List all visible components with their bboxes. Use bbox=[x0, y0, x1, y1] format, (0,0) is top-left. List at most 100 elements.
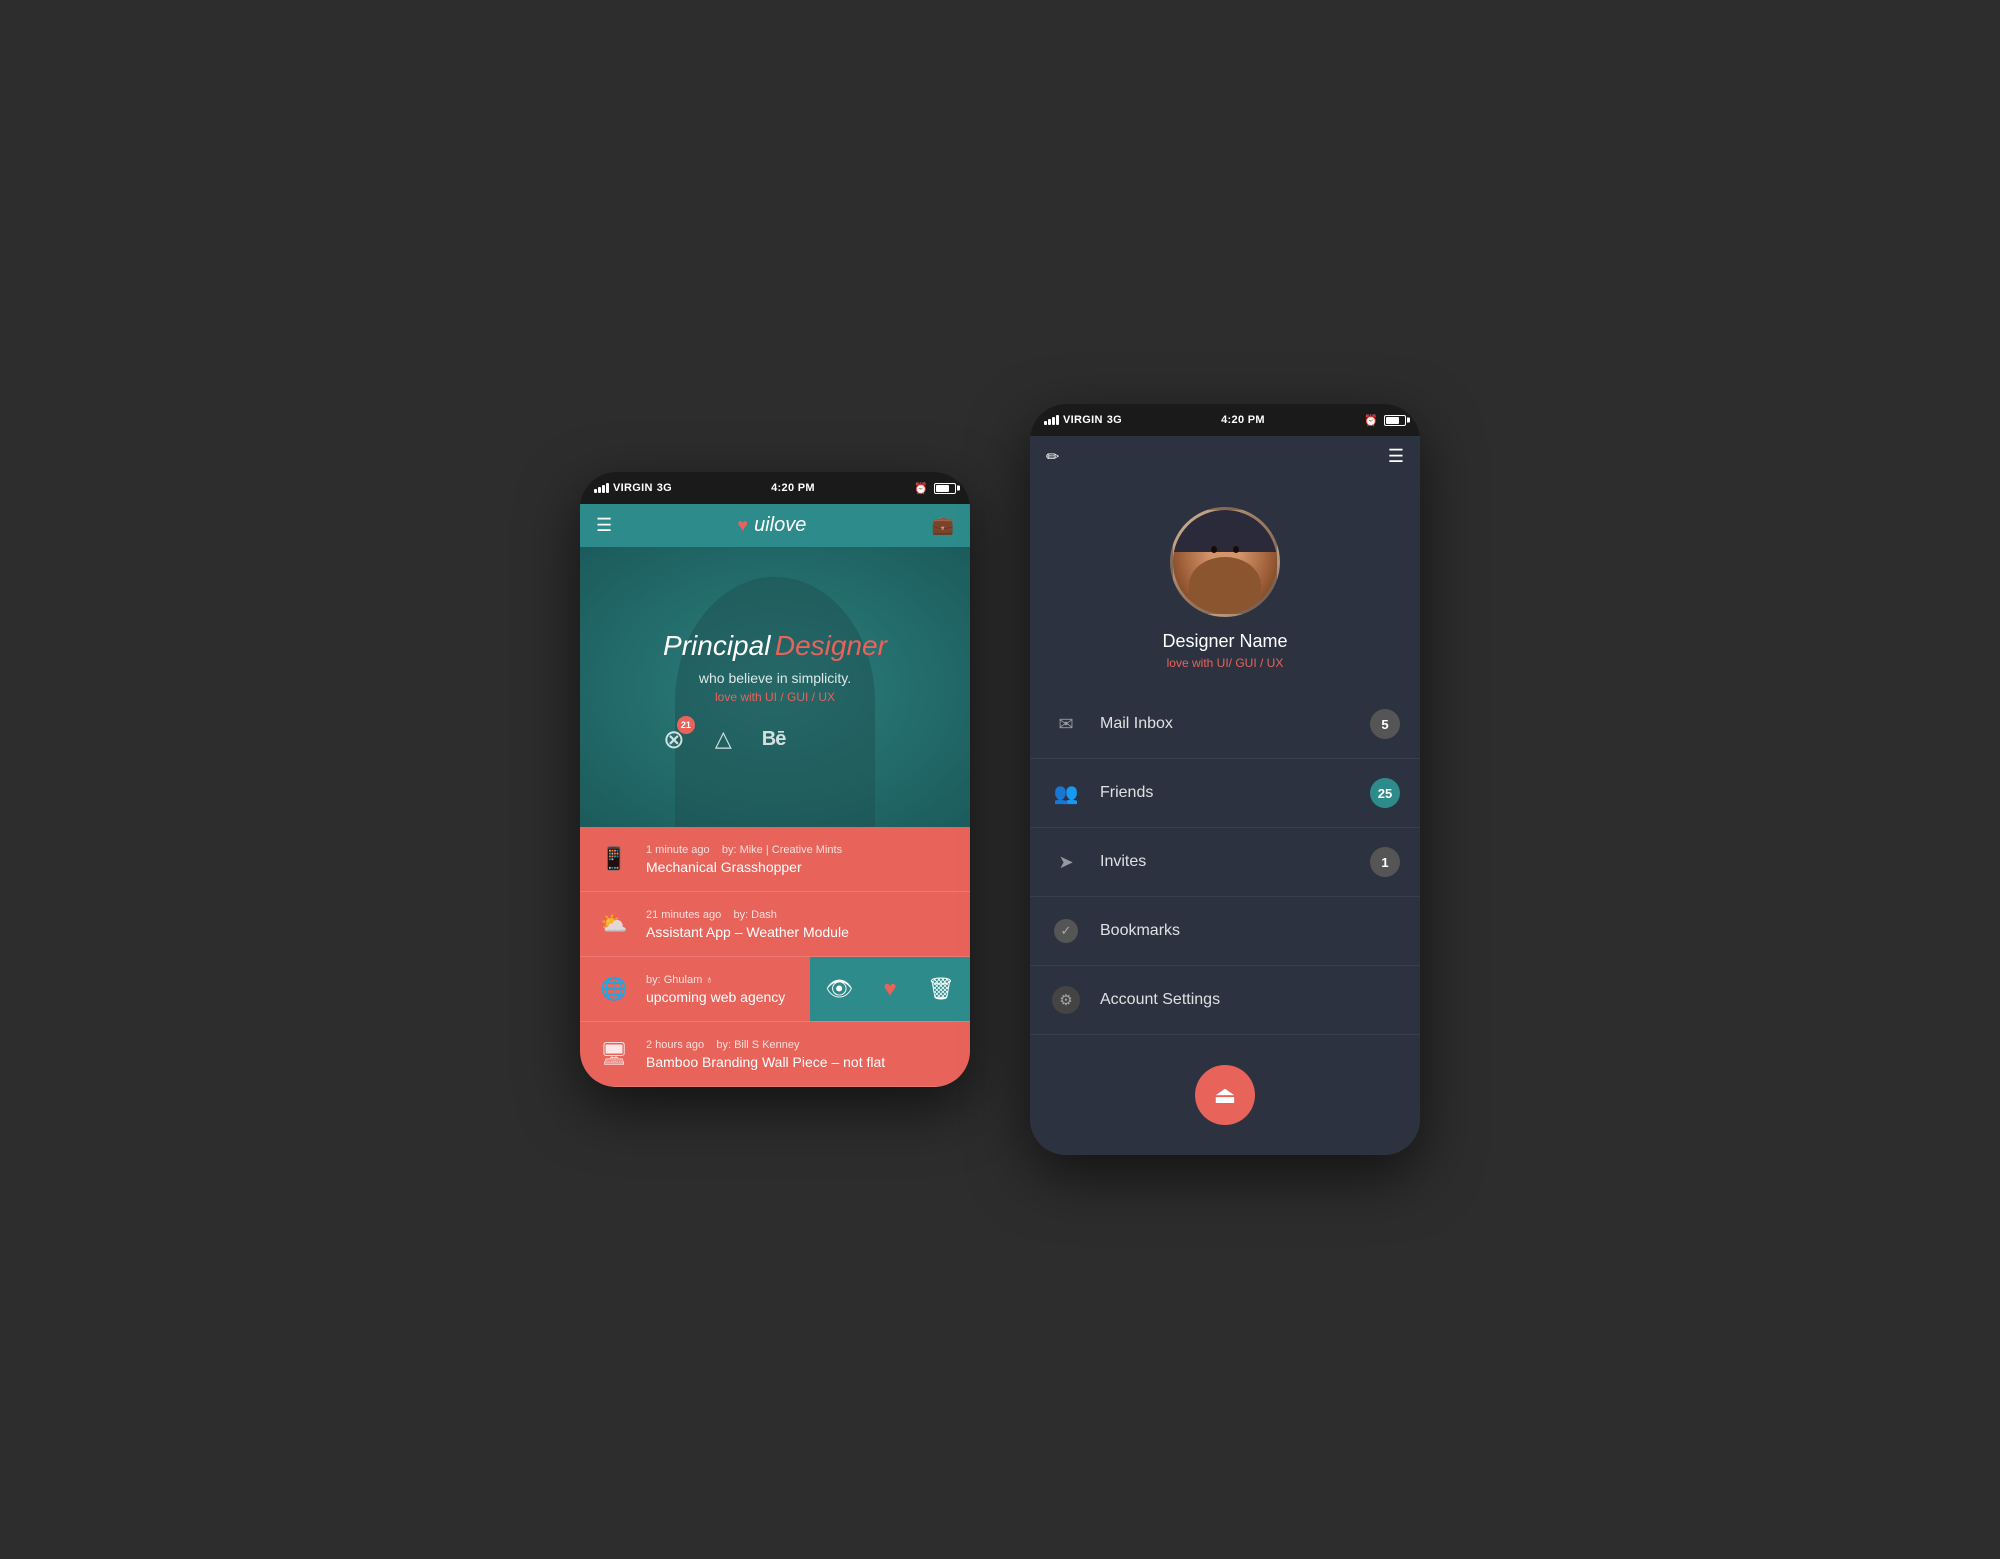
feed-item[interactable]: ⛅ 21 minutes ago by: Dash Assistant App … bbox=[580, 892, 970, 957]
status-left-1: VIRGIN 3G bbox=[594, 482, 672, 494]
carrier-text: VIRGIN bbox=[613, 482, 653, 494]
signal-bar bbox=[1044, 421, 1047, 425]
feed-title: Assistant App – Weather Module bbox=[646, 924, 954, 940]
hero-title: Principal Designer bbox=[663, 630, 887, 662]
invites-badge: 1 bbox=[1370, 847, 1400, 877]
feed-meta: 1 minute ago by: Mike | Creative Mints bbox=[646, 844, 954, 856]
signal-bar bbox=[594, 489, 597, 493]
mail-icon: ✉ bbox=[1058, 714, 1073, 735]
avatar-eye-right bbox=[1233, 546, 1239, 553]
hamburger-icon-2[interactable]: ☰ bbox=[1388, 446, 1404, 467]
feed-author: by: Dash bbox=[733, 909, 776, 921]
account-settings-label: Account Settings bbox=[1100, 991, 1400, 1009]
clock-icon: ⏰ bbox=[914, 482, 928, 495]
menu-item-invites[interactable]: ➤ Invites 1 bbox=[1030, 828, 1420, 897]
feed-item-swipe[interactable]: 🌐 by: Ghulam ♁ upcoming web agency 👁 ♥ 🗑 bbox=[580, 957, 970, 1022]
hero-tagline: love with UI / GUI / UX bbox=[663, 690, 887, 704]
feed-time: 1 minute ago bbox=[646, 844, 710, 856]
avatar-face bbox=[1173, 510, 1277, 614]
phone-1: VIRGIN 3G 4:20 PM ⏰ ☰ ♥ uilove 💼 bbox=[580, 472, 970, 1087]
view-action-icon[interactable]: 👁 bbox=[825, 976, 853, 1002]
avatar-eyes bbox=[1211, 546, 1239, 553]
app-header-2: ✏ ☰ bbox=[1030, 436, 1420, 477]
signal-bar bbox=[606, 483, 609, 493]
desktop-icon: 🖥 bbox=[600, 1041, 628, 1067]
signal-bar bbox=[1048, 419, 1051, 425]
title-accent: Designer bbox=[775, 630, 887, 661]
profile-name: Designer Name bbox=[1046, 631, 1404, 652]
time-text-2: 4:20 PM bbox=[1221, 414, 1265, 426]
logout-button[interactable]: ⏏ bbox=[1195, 1065, 1255, 1125]
menu-item-mail[interactable]: ✉ Mail Inbox 5 bbox=[1030, 690, 1420, 759]
menu-item-friends[interactable]: 👥 Friends 25 bbox=[1030, 759, 1420, 828]
feed-icon-box: 📱 bbox=[596, 841, 632, 877]
signal-bars-2 bbox=[1044, 415, 1059, 425]
time-text: 4:20 PM bbox=[771, 482, 815, 494]
bookmarks-icon: ✓ bbox=[1054, 919, 1078, 943]
dribbble-badge: 21 bbox=[677, 716, 695, 734]
mail-inbox-label: Mail Inbox bbox=[1100, 715, 1352, 733]
swipe-actions: 👁 ♥ 🗑 bbox=[810, 957, 970, 1021]
hero-section: Principal Designer who believe in simpli… bbox=[580, 547, 970, 827]
feed-list: 📱 1 minute ago by: Mike | Creative Mints… bbox=[580, 827, 970, 1087]
status-left-2: VIRGIN 3G bbox=[1044, 414, 1122, 426]
briefcase-icon[interactable]: 💼 bbox=[932, 515, 954, 536]
avatar-eye-left bbox=[1211, 546, 1217, 553]
feed-icon-box: ⛅ bbox=[596, 906, 632, 942]
phone-2: VIRGIN 3G 4:20 PM ⏰ ✏ ☰ bbox=[1030, 404, 1420, 1155]
feed-info: 21 minutes ago by: Dash Assistant App – … bbox=[646, 909, 954, 940]
avatar bbox=[1170, 507, 1280, 617]
cloud-icon: ⛅ bbox=[600, 911, 627, 937]
friends-label: Friends bbox=[1100, 784, 1352, 802]
menu-item-bookmarks[interactable]: ✓ Bookmarks bbox=[1030, 897, 1420, 966]
feed-icon-box: 🖥 bbox=[596, 1036, 632, 1072]
profile-section: Designer Name love with UI/ GUI / UX bbox=[1030, 477, 1420, 690]
phone2-footer: ⏏ bbox=[1030, 1035, 1420, 1155]
feed-title: Bamboo Branding Wall Piece – not flat bbox=[646, 1054, 954, 1070]
clock-icon-2: ⏰ bbox=[1364, 414, 1378, 427]
mail-icon-wrap: ✉ bbox=[1050, 708, 1082, 740]
signal-bars-1 bbox=[594, 483, 609, 493]
delete-action-icon[interactable]: 🗑 bbox=[927, 976, 955, 1002]
feed-title: Mechanical Grasshopper bbox=[646, 859, 954, 875]
friends-icon-wrap: 👥 bbox=[1050, 777, 1082, 809]
globe-icon: 🌐 bbox=[600, 976, 627, 1002]
status-bar-2: VIRGIN 3G 4:20 PM ⏰ bbox=[1030, 404, 1420, 436]
like-action-icon[interactable]: ♥ bbox=[883, 976, 896, 1002]
feed-meta: 21 minutes ago by: Dash bbox=[646, 909, 954, 921]
feed-author: by: Mike | Creative Mints bbox=[722, 844, 842, 856]
signal-bar bbox=[602, 485, 605, 493]
social-icons: 21 ⊗ △ Bē bbox=[663, 724, 887, 755]
feed-meta: 2 hours ago by: Bill S Kenney bbox=[646, 1039, 954, 1051]
invites-icon: ➤ bbox=[1058, 852, 1073, 873]
mail-badge: 5 bbox=[1370, 709, 1400, 739]
friends-icon: 👥 bbox=[1054, 781, 1079, 806]
invites-label: Invites bbox=[1100, 853, 1352, 871]
envato-icon[interactable]: △ bbox=[715, 726, 732, 752]
status-right-1: ⏰ bbox=[914, 482, 956, 495]
profile-tagline: love with UI/ GUI / UX bbox=[1046, 656, 1404, 670]
feed-author: by: Bill S Kenney bbox=[716, 1039, 799, 1051]
avatar-hat bbox=[1173, 510, 1277, 552]
feed-item[interactable]: 🖥 2 hours ago by: Bill S Kenney Bamboo B… bbox=[580, 1022, 970, 1087]
title-regular: Principal bbox=[663, 630, 770, 661]
app-header-1: ☰ ♥ uilove 💼 bbox=[580, 504, 970, 547]
friends-badge: 25 bbox=[1370, 778, 1400, 808]
bookmarks-label: Bookmarks bbox=[1100, 922, 1400, 940]
behance-icon[interactable]: Bē bbox=[762, 728, 786, 751]
invites-icon-wrap: ➤ bbox=[1050, 846, 1082, 878]
feed-item[interactable]: 📱 1 minute ago by: Mike | Creative Mints… bbox=[580, 827, 970, 892]
pencil-icon[interactable]: ✏ bbox=[1046, 447, 1059, 467]
heart-icon: ♥ bbox=[737, 515, 748, 536]
menu-icon[interactable]: ☰ bbox=[596, 515, 612, 536]
settings-icon: ⚙ bbox=[1052, 986, 1080, 1014]
feed-time: 2 hours ago bbox=[646, 1039, 704, 1051]
signal-bar bbox=[598, 487, 601, 493]
feed-info: 2 hours ago by: Bill S Kenney Bamboo Bra… bbox=[646, 1039, 954, 1070]
logo-text: uilove bbox=[754, 514, 806, 537]
phone-icon: 📱 bbox=[600, 846, 627, 872]
battery-icon bbox=[934, 483, 956, 494]
menu-item-account-settings[interactable]: ⚙ Account Settings bbox=[1030, 966, 1420, 1035]
logo-area: ♥ uilove bbox=[737, 514, 806, 537]
hero-content: Principal Designer who believe in simpli… bbox=[663, 630, 887, 755]
